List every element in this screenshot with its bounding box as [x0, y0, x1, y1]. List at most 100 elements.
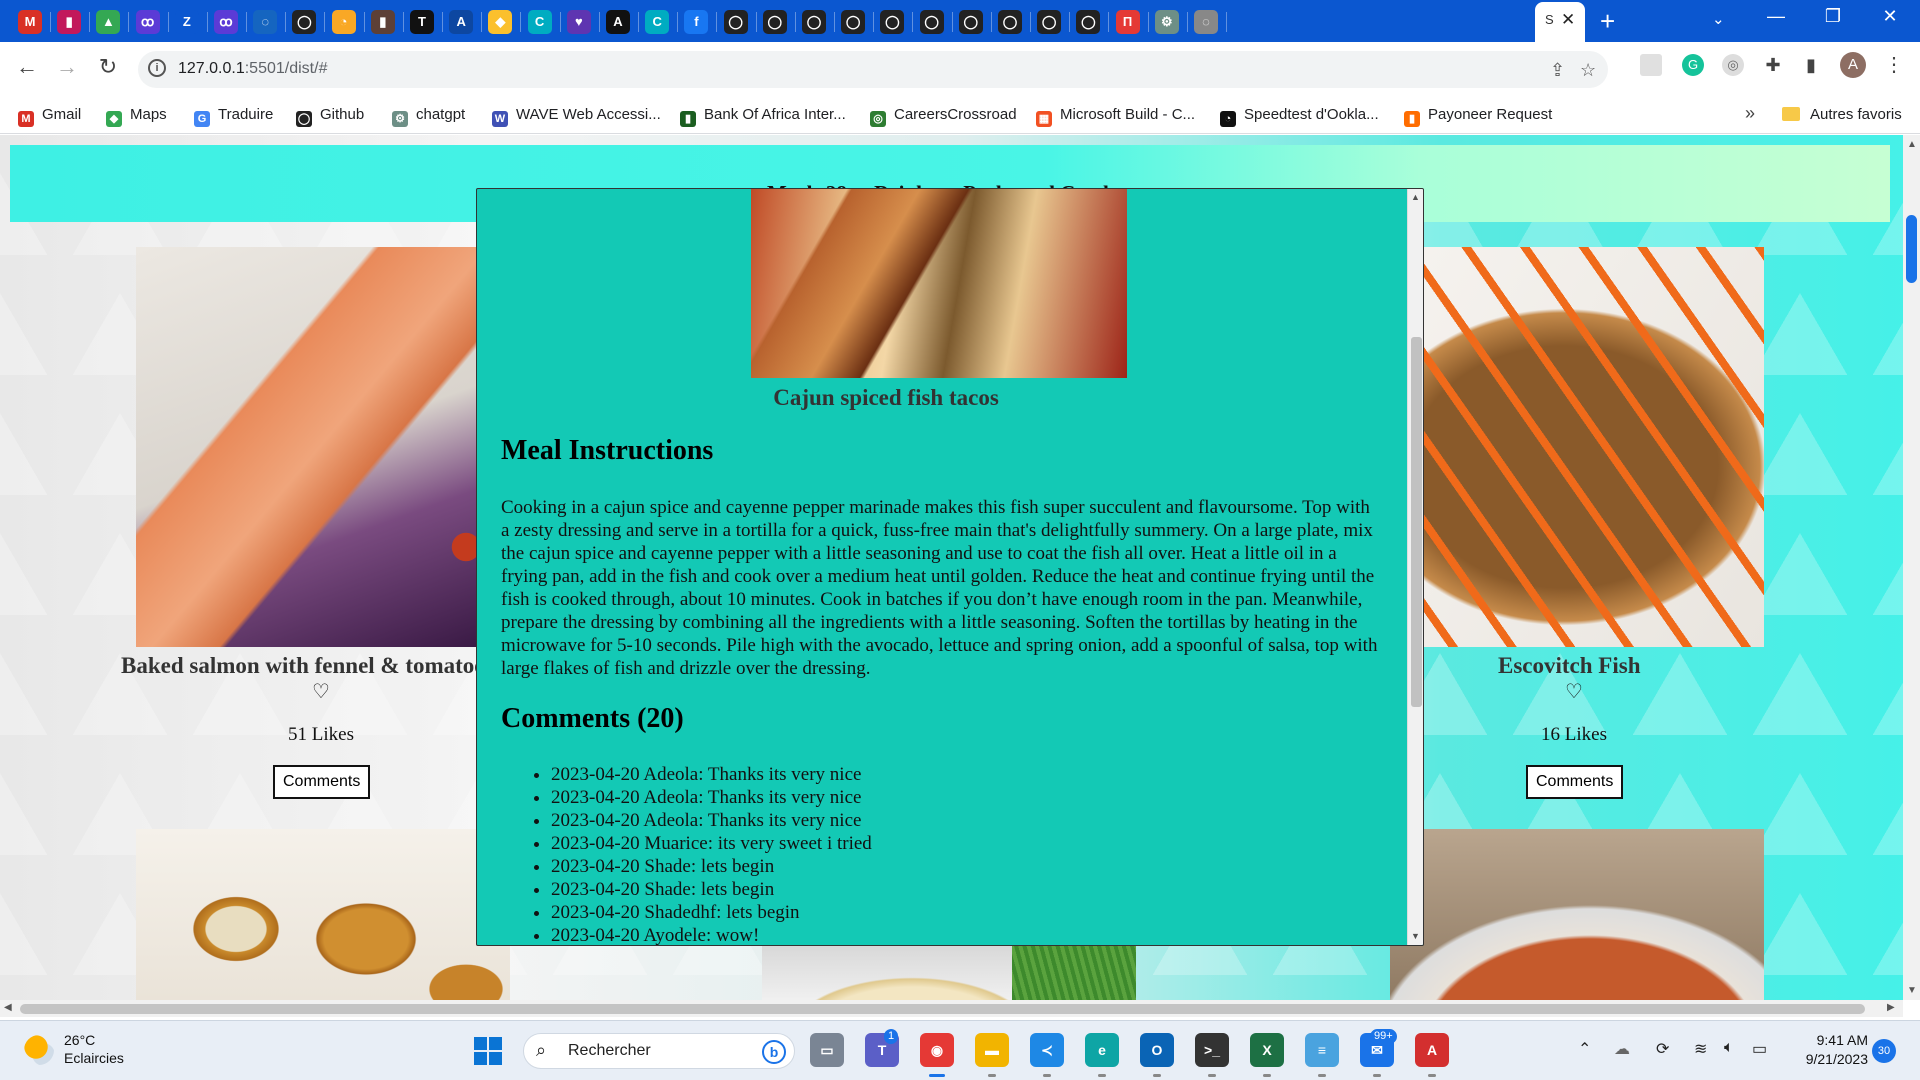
tab-icon-7[interactable]: ◌	[253, 10, 278, 34]
bookmark-payoneer-request[interactable]: ▮ Payoneer Request	[1404, 106, 1552, 127]
taskbar-search[interactable]: ⌕ Rechercher b	[523, 1033, 795, 1069]
github-tab-icon[interactable]: ◯	[723, 10, 748, 34]
page-horizontal-scrollbar[interactable]: ◀ ▶	[0, 1000, 1903, 1017]
battery-icon[interactable]: ▭	[1752, 1039, 1767, 1059]
bookmark-bank-of-africa-inter[interactable]: ▮ Bank Of Africa Inter...	[680, 106, 846, 127]
facebook-tab-icon[interactable]: f	[684, 10, 709, 34]
page-scrollbar-thumb[interactable]	[1906, 215, 1917, 283]
tab-icon-31[interactable]: ◌	[1194, 10, 1218, 34]
tray-chevron-up-icon[interactable]: ⌃	[1578, 1039, 1591, 1059]
address-bar[interactable]: i 127.0.0.1:5501/dist/# ⇪ ☆	[138, 51, 1608, 88]
active-tab[interactable]: S ✕	[1535, 2, 1585, 42]
bookmark-microsoft-build-c[interactable]: ▦ Microsoft Build - C...	[1036, 106, 1195, 127]
gmail-tab-icon[interactable]: M	[18, 10, 42, 34]
like-heart-icon[interactable]: ♡	[312, 679, 330, 704]
acrobat-icon[interactable]: A	[1415, 1033, 1449, 1067]
extension-icon[interactable]	[1640, 54, 1662, 76]
file-explorer-icon[interactable]: ▬	[975, 1033, 1009, 1067]
menu-kebab-icon[interactable]: ⋮	[1884, 52, 1904, 77]
terminal-icon[interactable]: >_	[1195, 1033, 1229, 1067]
bookmark-wave-web-accessi[interactable]: W WAVE Web Accessi...	[492, 106, 661, 127]
github-tab-icon[interactable]: ◯	[841, 10, 866, 34]
tab-icon-6[interactable]: ꝏ	[214, 10, 238, 34]
start-button-icon[interactable]	[474, 1037, 502, 1065]
popup-scrollbar[interactable]: ▲ ▼	[1407, 189, 1423, 945]
horizontal-scrollbar-thumb[interactable]	[20, 1004, 1865, 1014]
tab-icon-11[interactable]: T	[410, 10, 434, 34]
scroll-up-icon[interactable]: ▲	[1411, 192, 1420, 202]
new-tab-button[interactable]: +	[1600, 6, 1615, 37]
bookmark-careerscrossroad[interactable]: ◎ CareersCrossroad	[870, 106, 1017, 127]
system-clock[interactable]: 9:41 AM 9/21/2023	[1792, 1031, 1868, 1069]
comments-button[interactable]: Comments	[1526, 765, 1624, 799]
chrome-icon[interactable]: ◉	[920, 1033, 954, 1067]
tab-icon-10[interactable]: ▮	[370, 10, 395, 34]
bookmark-gmail[interactable]: M Gmail	[18, 106, 81, 127]
chatgpt-tab-icon[interactable]: ⚙	[1154, 10, 1179, 34]
like-heart-icon[interactable]: ♡	[1565, 679, 1583, 704]
minimize-icon[interactable]: —	[1756, 6, 1796, 27]
bookmark-traduire[interactable]: G Traduire	[194, 106, 273, 127]
tab-icon-14[interactable]: C	[527, 10, 552, 34]
bookmark-chatgpt[interactable]: ⚙ chatgpt	[392, 106, 465, 127]
tab-icon-16[interactable]: A	[606, 10, 630, 34]
weather-widget[interactable]: 26°C Eclaircies	[64, 1031, 124, 1067]
scroll-right-icon[interactable]: ▶	[1887, 1002, 1895, 1013]
scroll-down-icon[interactable]: ▼	[1907, 985, 1917, 996]
extensions-puzzle-icon[interactable]: ✚	[1762, 54, 1784, 76]
github-tab-icon[interactable]: ◯	[919, 10, 944, 34]
grammarly-icon[interactable]: G	[1682, 54, 1704, 76]
extension-icon[interactable]: ◎	[1722, 54, 1744, 76]
notification-count[interactable]: 30	[1872, 1039, 1896, 1063]
file-manager-icon[interactable]: ▭	[810, 1033, 844, 1067]
github-tab-icon[interactable]: ◯	[958, 10, 983, 34]
window-close-icon[interactable]: ✕	[1870, 6, 1910, 27]
side-panel-icon[interactable]: ▮	[1800, 54, 1822, 76]
share-icon[interactable]: ⇪	[1550, 60, 1565, 81]
edge-icon[interactable]: e	[1085, 1033, 1119, 1067]
url-text[interactable]: 127.0.0.1:5501/dist/#	[178, 60, 327, 78]
comments-button[interactable]: Comments	[273, 765, 371, 799]
tab-icon-13[interactable]: ◆	[488, 10, 513, 34]
bookmark-github[interactable]: ◯ Github	[296, 106, 364, 127]
bookmark-star-icon[interactable]: ☆	[1580, 60, 1596, 81]
bookmarks-more-icon[interactable]: »	[1745, 103, 1755, 124]
wifi-icon[interactable]: ≋	[1694, 1039, 1707, 1059]
popup-scrollbar-thumb[interactable]	[1411, 337, 1422, 707]
excel-icon[interactable]: X	[1250, 1033, 1284, 1067]
other-bookmarks-folder[interactable]: Autres favoris	[1782, 106, 1902, 123]
sync-icon[interactable]: ⟳	[1656, 1039, 1669, 1059]
profile-avatar[interactable]: A	[1840, 52, 1866, 78]
reload-icon[interactable]: ↻	[93, 54, 123, 80]
close-tab-icon[interactable]: ✕	[1561, 10, 1575, 30]
github-tab-icon[interactable]: ◯	[292, 10, 317, 34]
volume-icon[interactable]: 🔈︎	[1724, 1039, 1734, 1057]
restore-icon[interactable]: ❐	[1813, 6, 1853, 27]
github-tab-icon[interactable]: ◯	[1076, 10, 1101, 34]
tab-icon-4[interactable]: ꝏ	[135, 10, 160, 34]
bookmark-speedtest-d-ookla[interactable]: ◔ Speedtest d'Ookla...	[1220, 106, 1379, 127]
github-tab-icon[interactable]: ◯	[762, 10, 787, 34]
github-tab-icon[interactable]: ◯	[1037, 10, 1062, 34]
github-tab-icon[interactable]: ◯	[802, 10, 826, 34]
page-vertical-scrollbar[interactable]: ▲ ▼	[1903, 135, 1920, 1000]
github-tab-icon[interactable]: ◯	[880, 10, 905, 34]
scroll-left-icon[interactable]: ◀	[4, 1002, 12, 1013]
tab-icon-17[interactable]: C	[645, 10, 670, 34]
outlook-icon[interactable]: O	[1140, 1033, 1174, 1067]
scroll-up-icon[interactable]: ▲	[1907, 139, 1917, 150]
onedrive-cloud-icon[interactable]: ☁	[1614, 1039, 1630, 1059]
github-tab-icon[interactable]: ◯	[998, 10, 1022, 34]
drive-tab-icon[interactable]: ▲	[96, 10, 121, 34]
tab-icon-9[interactable]: ◔	[331, 10, 356, 34]
bookmark-maps[interactable]: ◆ Maps	[106, 106, 167, 127]
tab-icon-29[interactable]: П	[1115, 10, 1140, 34]
weather-icon[interactable]	[24, 1035, 54, 1065]
tab-icon-5[interactable]: Z	[174, 10, 199, 34]
site-info-icon[interactable]: i	[148, 59, 166, 77]
tab-icon-15[interactable]: ♥	[566, 10, 591, 34]
notepad-icon[interactable]: ≡	[1305, 1033, 1339, 1067]
forward-arrow-icon[interactable]: →	[52, 54, 82, 80]
tab-search-chevron-icon[interactable]: ⌄	[1712, 10, 1725, 28]
scroll-down-icon[interactable]: ▼	[1411, 931, 1420, 941]
